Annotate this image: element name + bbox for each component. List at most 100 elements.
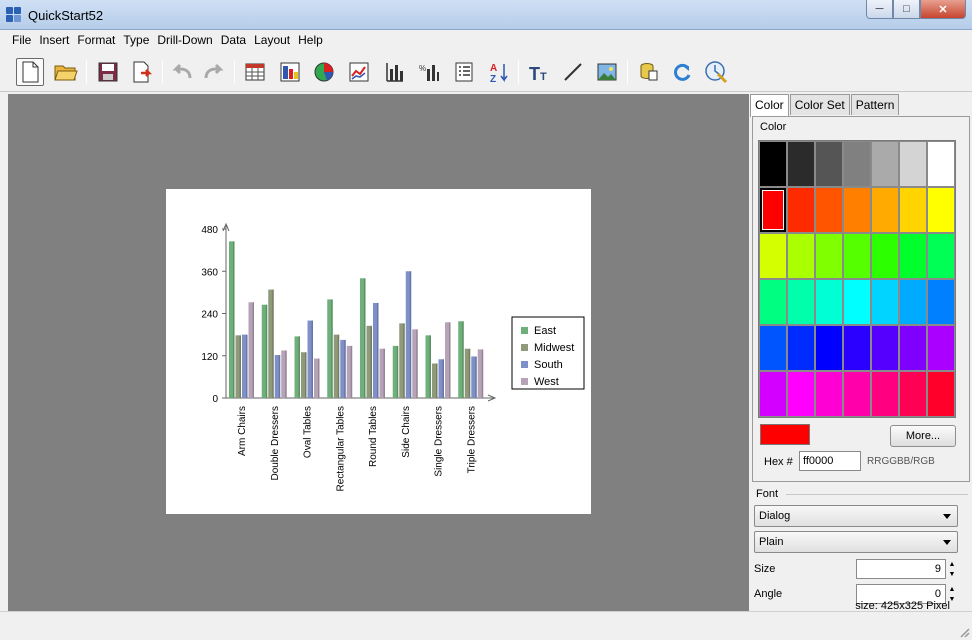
- color-swatch[interactable]: [759, 371, 787, 417]
- color-swatch[interactable]: [815, 279, 843, 325]
- menu-type[interactable]: Type: [119, 30, 153, 50]
- font-style-select[interactable]: Plain: [754, 531, 958, 553]
- color-swatch[interactable]: [927, 233, 955, 279]
- arrow-down-icon[interactable]: ▼: [949, 571, 956, 578]
- color-swatch[interactable]: [899, 371, 927, 417]
- chart-card[interactable]: 0 120 240 360 480 Arm Chairs Double Dressers Ov…: [166, 189, 591, 514]
- color-swatch[interactable]: [759, 141, 787, 187]
- refresh-button[interactable]: [668, 58, 696, 86]
- color-swatch[interactable]: [871, 233, 899, 279]
- bar-shade: [265, 304, 268, 398]
- color-swatch[interactable]: [787, 371, 815, 417]
- color-swatch[interactable]: [815, 371, 843, 417]
- color-swatch[interactable]: [759, 233, 787, 279]
- more-colors-button[interactable]: More...: [890, 425, 956, 447]
- image-button[interactable]: [593, 58, 621, 86]
- arrow-up-icon[interactable]: ▲: [949, 561, 956, 568]
- menu-format[interactable]: Format: [73, 30, 119, 50]
- color-swatch[interactable]: [843, 187, 871, 233]
- color-swatch[interactable]: [787, 325, 815, 371]
- color-swatch[interactable]: [899, 279, 927, 325]
- line-draw-button[interactable]: [559, 58, 587, 86]
- pie-chart-button[interactable]: [310, 58, 338, 86]
- color-swatch[interactable]: [899, 233, 927, 279]
- color-swatch[interactable]: [759, 325, 787, 371]
- color-swatch[interactable]: [843, 279, 871, 325]
- color-swatch[interactable]: [927, 371, 955, 417]
- table-chart-button[interactable]: [241, 58, 269, 86]
- menu-layout[interactable]: Layout: [250, 30, 294, 50]
- close-button[interactable]: ✕: [920, 0, 966, 19]
- y-tick-label: 240: [201, 310, 218, 321]
- color-swatch[interactable]: [815, 187, 843, 233]
- size-stepper[interactable]: ▲ ▼: [947, 559, 957, 579]
- bar-chart[interactable]: 0 120 240 360 480 Arm Chairs Double Dressers Ov…: [166, 189, 591, 514]
- color-swatch[interactable]: [759, 279, 787, 325]
- bar-shade: [403, 323, 405, 398]
- new-button[interactable]: [16, 58, 44, 86]
- color-swatch[interactable]: [927, 279, 955, 325]
- size-input[interactable]: 9: [856, 559, 946, 579]
- color-swatch[interactable]: [871, 371, 899, 417]
- wizard-button[interactable]: [702, 58, 730, 86]
- color-swatch[interactable]: [787, 279, 815, 325]
- menu-insert[interactable]: Insert: [35, 30, 73, 50]
- color-swatch[interactable]: [843, 371, 871, 417]
- tab-pattern[interactable]: Pattern: [850, 94, 900, 115]
- legend-label: South: [534, 359, 563, 371]
- color-swatch[interactable]: [899, 187, 927, 233]
- color-swatch[interactable]: [787, 233, 815, 279]
- redo-button[interactable]: [200, 58, 228, 86]
- menu-data[interactable]: Data: [217, 30, 250, 50]
- bar-shade: [416, 329, 418, 398]
- color-swatch[interactable]: [843, 325, 871, 371]
- chart-canvas-area[interactable]: 0 120 240 360 480 Arm Chairs Double Dressers Ov…: [8, 94, 749, 611]
- color-swatch[interactable]: [899, 141, 927, 187]
- open-button[interactable]: [52, 58, 80, 86]
- save-button[interactable]: [94, 58, 122, 86]
- color-swatch[interactable]: [843, 141, 871, 187]
- resize-grip-icon[interactable]: [958, 626, 970, 638]
- color-swatch[interactable]: [815, 141, 843, 187]
- minimize-button[interactable]: ─: [866, 0, 893, 19]
- line-chart-button[interactable]: [345, 58, 373, 86]
- color-swatch[interactable]: [927, 325, 955, 371]
- text-button[interactable]: TT: [525, 58, 553, 86]
- database-icon: [640, 63, 658, 81]
- bar-shade: [239, 335, 241, 398]
- tab-color-set[interactable]: Color Set: [789, 94, 850, 115]
- color-swatch[interactable]: [843, 233, 871, 279]
- menu-file[interactable]: File: [8, 30, 35, 50]
- color-swatch[interactable]: [871, 141, 899, 187]
- axis-button[interactable]: [380, 58, 408, 86]
- color-swatch[interactable]: [927, 141, 955, 187]
- color-swatch[interactable]: [871, 325, 899, 371]
- color-swatch[interactable]: [927, 187, 955, 233]
- bar-chart-button[interactable]: [276, 58, 304, 86]
- bar-shade: [233, 241, 235, 398]
- font-family-select[interactable]: Dialog: [754, 505, 958, 527]
- undo-button[interactable]: [168, 58, 196, 86]
- angle-label: Angle: [754, 588, 783, 600]
- color-swatch[interactable]: [815, 233, 843, 279]
- legend-button[interactable]: [450, 58, 478, 86]
- maximize-button[interactable]: □: [893, 0, 920, 19]
- color-swatch[interactable]: [871, 279, 899, 325]
- chevron-down-icon: [943, 540, 951, 545]
- database-button[interactable]: [634, 58, 662, 86]
- menu-drill-down[interactable]: Drill-Down: [153, 30, 216, 50]
- data-labels-button[interactable]: %: [415, 58, 443, 86]
- tab-color[interactable]: Color: [750, 94, 789, 117]
- color-swatch[interactable]: [871, 187, 899, 233]
- menu-help[interactable]: Help: [294, 30, 327, 50]
- hex-input[interactable]: ff0000: [799, 451, 861, 471]
- export-button[interactable]: [128, 58, 156, 86]
- undo-icon: [172, 63, 192, 79]
- color-swatch[interactable]: [759, 187, 787, 233]
- color-swatch[interactable]: [787, 187, 815, 233]
- color-swatch[interactable]: [787, 141, 815, 187]
- color-swatch[interactable]: [899, 325, 927, 371]
- sort-button[interactable]: AZ: [485, 58, 513, 86]
- arrow-up-icon[interactable]: ▲: [949, 586, 956, 593]
- color-swatch[interactable]: [815, 325, 843, 371]
